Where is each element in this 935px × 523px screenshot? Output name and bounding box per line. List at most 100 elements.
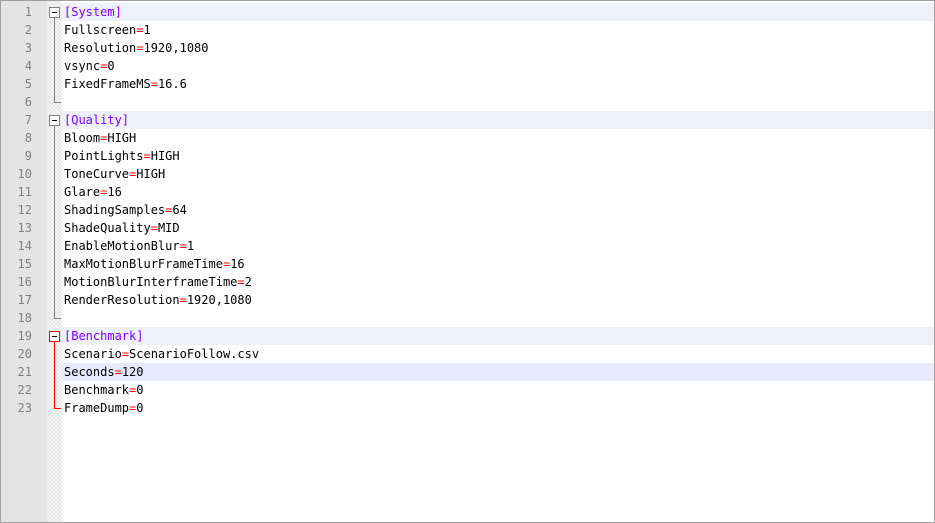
code-line[interactable]: 2 Fullscreen=1 bbox=[1, 21, 934, 39]
code-line[interactable]: 8 Bloom=HIGH bbox=[1, 129, 934, 147]
code-line[interactable]: 6 bbox=[1, 93, 934, 111]
fold-toggle[interactable] bbox=[47, 327, 62, 345]
code-line[interactable]: 14 EnableMotionBlur=1 bbox=[1, 237, 934, 255]
setting-value: ScenarioFollow.csv bbox=[129, 347, 260, 361]
code-text[interactable]: Scenario=ScenarioFollow.csv bbox=[64, 345, 259, 363]
code-text[interactable]: Benchmark=0 bbox=[64, 381, 144, 399]
code-line[interactable]: 16 MotionBlurInterframeTime=2 bbox=[1, 273, 934, 291]
fold-guide bbox=[47, 75, 62, 93]
code-text-area[interactable]: Seconds=120 bbox=[62, 363, 934, 381]
fold-toggle[interactable] bbox=[47, 3, 62, 21]
code-editor[interactable]: 1 [System] 2 Fullscreen=1 3 Resolution=1920,1… bbox=[0, 0, 935, 523]
setting-value: 16.6 bbox=[157, 77, 187, 91]
code-line[interactable]: 20 Scenario=ScenarioFollow.csv bbox=[1, 345, 934, 363]
code-text-area[interactable] bbox=[62, 309, 934, 327]
code-text[interactable]: [Benchmark] bbox=[64, 327, 143, 345]
fold-guide bbox=[47, 255, 62, 273]
code-line[interactable]: 10 ToneCurve=HIGH bbox=[1, 165, 934, 183]
code-text[interactable]: FrameDump=0 bbox=[64, 399, 144, 417]
editor-lines[interactable]: 1 [System] 2 Fullscreen=1 3 Resolution=1920,1… bbox=[1, 3, 934, 417]
code-text-area[interactable]: [Quality] bbox=[62, 111, 934, 129]
code-text-area[interactable]: vsync=0 bbox=[62, 57, 934, 75]
section-header-line[interactable]: 7 [Quality] bbox=[1, 111, 934, 129]
line-number: 13 bbox=[17, 221, 32, 235]
setting-value: 120 bbox=[121, 365, 144, 379]
code-text-area[interactable]: FrameDump=0 bbox=[62, 399, 934, 417]
code-text-area[interactable]: FixedFrameMS=16.6 bbox=[62, 75, 934, 93]
fold-guide bbox=[47, 219, 62, 237]
line-number: 18 bbox=[17, 311, 32, 325]
setting-key: Seconds bbox=[64, 365, 115, 379]
code-text-area[interactable]: Fullscreen=1 bbox=[62, 21, 934, 39]
code-text-area[interactable]: MaxMotionBlurFrameTime=16 bbox=[62, 255, 934, 273]
code-line[interactable]: 21 Seconds=120 bbox=[1, 363, 934, 381]
assignment-operator: = bbox=[121, 347, 130, 361]
code-text[interactable]: RenderResolution=1920,1080 bbox=[64, 291, 252, 309]
code-text[interactable]: Fullscreen=1 bbox=[64, 21, 151, 39]
code-line[interactable]: 12 ShadingSamples=64 bbox=[1, 201, 934, 219]
fold-guide bbox=[47, 291, 62, 309]
code-text[interactable]: ShadingSamples=64 bbox=[64, 201, 187, 219]
code-text-area[interactable]: Scenario=ScenarioFollow.csv bbox=[62, 345, 934, 363]
setting-value: MID bbox=[157, 221, 180, 235]
fold-toggle[interactable] bbox=[47, 111, 62, 129]
code-text[interactable]: Glare=16 bbox=[64, 183, 122, 201]
section-header-line[interactable]: 19 [Benchmark] bbox=[1, 327, 934, 345]
fold-guide bbox=[47, 399, 62, 417]
setting-key: Glare bbox=[64, 185, 101, 199]
setting-key: PointLights bbox=[64, 149, 144, 163]
code-line[interactable]: 3 Resolution=1920,1080 bbox=[1, 39, 934, 57]
code-line[interactable]: 18 bbox=[1, 309, 934, 327]
code-text-area[interactable]: Resolution=1920,1080 bbox=[62, 39, 934, 57]
code-text[interactable]: [System] bbox=[64, 3, 122, 21]
code-text[interactable]: MotionBlurInterframeTime=2 bbox=[64, 273, 252, 291]
code-text[interactable]: Bloom=HIGH bbox=[64, 129, 136, 147]
code-text[interactable]: ToneCurve=HIGH bbox=[64, 165, 165, 183]
code-text[interactable]: ShadeQuality=MID bbox=[64, 219, 180, 237]
line-number: 8 bbox=[24, 131, 32, 145]
fold-guide bbox=[47, 129, 62, 147]
code-text-area[interactable]: ShadingSamples=64 bbox=[62, 201, 934, 219]
code-line[interactable]: 11 Glare=16 bbox=[1, 183, 934, 201]
code-line[interactable]: 22 Benchmark=0 bbox=[1, 381, 934, 399]
fold-guide bbox=[47, 21, 62, 39]
code-text[interactable]: vsync=0 bbox=[64, 57, 115, 75]
line-number: 21 bbox=[17, 365, 32, 379]
code-text-area[interactable]: PointLights=HIGH bbox=[62, 147, 934, 165]
setting-key: EnableMotionBlur bbox=[64, 239, 180, 253]
code-text-area[interactable]: EnableMotionBlur=1 bbox=[62, 237, 934, 255]
code-text-area[interactable]: Bloom=HIGH bbox=[62, 129, 934, 147]
code-text[interactable]: Seconds=120 bbox=[64, 363, 144, 381]
fold-guide bbox=[47, 201, 62, 219]
code-text[interactable]: EnableMotionBlur=1 bbox=[64, 237, 194, 255]
code-text-area[interactable]: ToneCurve=HIGH bbox=[62, 165, 934, 183]
fold-guide bbox=[47, 93, 62, 111]
code-text-area[interactable] bbox=[62, 93, 934, 111]
setting-key: FixedFrameMS bbox=[64, 77, 151, 91]
code-text-area[interactable]: MotionBlurInterframeTime=2 bbox=[62, 273, 934, 291]
code-text-area[interactable]: [Benchmark] bbox=[62, 327, 934, 345]
code-line[interactable]: 5 FixedFrameMS=16.6 bbox=[1, 75, 934, 93]
code-line[interactable]: 13 ShadeQuality=MID bbox=[1, 219, 934, 237]
code-line[interactable]: 15 MaxMotionBlurFrameTime=16 bbox=[1, 255, 934, 273]
fold-guide bbox=[47, 381, 62, 399]
setting-key: FrameDump bbox=[64, 401, 130, 415]
code-line[interactable]: 4 vsync=0 bbox=[1, 57, 934, 75]
code-line[interactable]: 23 FrameDump=0 bbox=[1, 399, 934, 417]
code-line[interactable]: 9 PointLights=HIGH bbox=[1, 147, 934, 165]
code-text[interactable]: PointLights=HIGH bbox=[64, 147, 180, 165]
code-text[interactable]: Resolution=1920,1080 bbox=[64, 39, 209, 57]
section-header-line[interactable]: 1 [System] bbox=[1, 3, 934, 21]
code-text-area[interactable]: RenderResolution=1920,1080 bbox=[62, 291, 934, 309]
setting-value: 1920,1080 bbox=[186, 293, 252, 307]
code-text-area[interactable]: Benchmark=0 bbox=[62, 381, 934, 399]
setting-value: 16 bbox=[107, 185, 122, 199]
code-text-area[interactable]: ShadeQuality=MID bbox=[62, 219, 934, 237]
code-text-area[interactable]: [System] bbox=[62, 3, 934, 21]
code-line[interactable]: 17 RenderResolution=1920,1080 bbox=[1, 291, 934, 309]
code-text-area[interactable]: Glare=16 bbox=[62, 183, 934, 201]
code-text[interactable]: [Quality] bbox=[64, 111, 129, 129]
line-number: 3 bbox=[24, 41, 32, 55]
code-text[interactable]: FixedFrameMS=16.6 bbox=[64, 75, 187, 93]
code-text[interactable]: MaxMotionBlurFrameTime=16 bbox=[64, 255, 245, 273]
